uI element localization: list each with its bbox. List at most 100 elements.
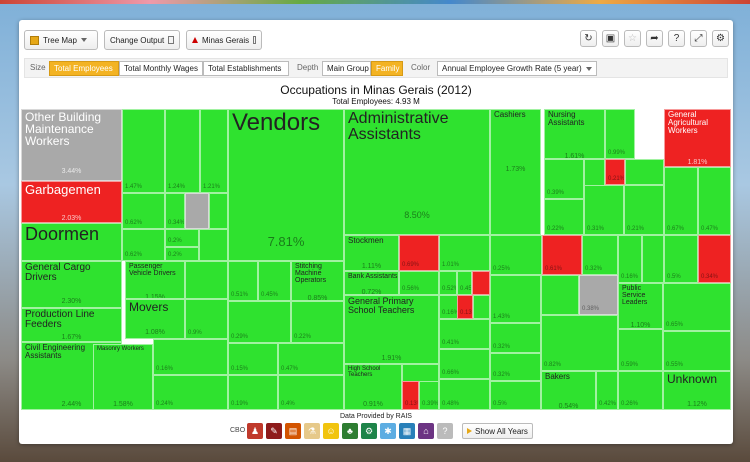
treemap-cell[interactable]: 1.01% [439,235,490,271]
treemap-cell-production-line-feeders[interactable]: Production Line Feeders 1.67% [21,308,122,342]
treemap-cell[interactable]: 0.32% [582,235,618,275]
treemap-cell[interactable]: 0.32% [490,353,541,381]
treemap-cell[interactable] [472,271,490,295]
treemap-cell[interactable]: 0.47% [278,343,344,375]
color-select[interactable]: Annual Employee Growth Rate (5 year) [437,61,597,76]
treemap-cell[interactable]: 1.24% [165,109,200,193]
treemap-cell-garbagemen[interactable]: Garbagemen 2.03% [21,181,122,223]
category-tree-icon[interactable]: ♣ [342,423,358,439]
treemap-cell[interactable]: 0.39% [544,159,584,199]
treemap-cell[interactable]: 0.38% [579,275,618,315]
treemap-cell-general-agricultural-workers[interactable]: General Agricultural Workers 1.81% [664,109,731,167]
treemap-cell[interactable]: 0.55% [663,331,731,371]
treemap-cell-vendors[interactable]: Vendors 7.81% [228,109,344,261]
treemap-cell[interactable]: 0.21% [624,185,664,235]
treemap-cell[interactable]: 0.2% [165,247,199,261]
settings-button[interactable]: ⚙ [712,30,729,47]
category-gear-icon[interactable]: ✱ [380,423,396,439]
treemap-cell[interactable]: 0.47% [698,167,731,235]
treemap-cell-stitching-machine-operators[interactable]: Stitching Machine Operators 0.85% [291,261,344,301]
refresh-button[interactable]: ↻ [580,30,597,47]
treemap-cell-unknown[interactable]: Unknown 1.12% [663,371,731,410]
treemap-cell-movers[interactable]: Movers 1.08% [125,299,185,339]
show-all-years-button[interactable]: Show All Years [462,423,533,439]
treemap-cell[interactable]: 0.69% [399,235,439,271]
treemap-cell[interactable]: 0.16% [153,339,228,375]
treemap-cell[interactable]: 0.19% [228,375,278,410]
size-option-employees[interactable]: Total Employees [49,61,119,76]
treemap-cell[interactable]: 0.26% [618,371,663,410]
treemap-cell[interactable]: 0.22% [291,301,344,343]
treemap-cell-cashiers[interactable]: Cashiers 1.73% [490,109,541,235]
treemap-cell[interactable]: 0.52% [439,271,457,295]
treemap-cell-administrative-assistants[interactable]: Administrative Assistants 8.50% [344,109,490,235]
help-button[interactable]: ? [668,30,685,47]
treemap-cell[interactable] [473,295,490,319]
treemap-cell[interactable]: 0.5% [490,381,541,410]
treemap-cell-doormen[interactable]: Doormen [21,223,122,261]
category-shop-icon[interactable]: ▦ [399,423,415,439]
treemap-cell-passenger-vehicle-drivers[interactable]: Passenger Vehicle Drivers 1.15% [125,261,185,299]
category-people-icon[interactable]: ♟ [247,423,263,439]
treemap-cell[interactable]: 1.21% [200,109,228,193]
treemap-cell[interactable]: 0.32% [490,323,541,353]
size-option-establishments[interactable]: Total Establishments [203,61,289,76]
treemap-cell[interactable]: 0.45% [457,271,472,295]
treemap-cell[interactable]: 0.34% [698,235,731,283]
treemap-cell[interactable] [642,235,664,283]
viz-type-dropdown[interactable]: Tree Map [24,30,98,50]
treemap-cell-stockmen[interactable]: Stockmen 1.11% [344,235,399,271]
treemap-chart[interactable]: Other Building Maintenance Workers 3.44% G… [21,109,731,410]
treemap-cell[interactable]: 0.51% [228,261,258,301]
treemap-cell[interactable]: 0.42% [596,371,618,410]
treemap-cell[interactable]: 0.9% [185,299,228,339]
treemap-cell[interactable]: 0.99% [605,109,635,159]
treemap-cell[interactable]: 0.39% [419,381,439,410]
treemap-cell[interactable]: 0.4% [278,375,344,410]
change-output-button[interactable]: Change Output [104,30,180,50]
treemap-cell[interactable]: 0.62% [122,229,165,261]
treemap-cell[interactable]: 0.66% [439,349,490,379]
treemap-cell[interactable]: 0.48% [439,379,490,410]
treemap-cell-other-building-maintenance-workers[interactable]: Other Building Maintenance Workers 3.44% [21,109,122,181]
treemap-cell[interactable]: 0.21% [605,159,625,185]
category-group-icon[interactable]: ☺ [323,423,339,439]
treemap-cell[interactable]: 0.24% [153,375,228,410]
share-button[interactable]: ➦ [646,30,663,47]
treemap-cell[interactable]: 1.47% [122,109,165,193]
treemap-cell[interactable] [185,193,209,229]
category-machine-icon[interactable]: ⚙ [361,423,377,439]
treemap-cell[interactable]: 0.5% [664,235,698,283]
treemap-cell-general-primary-school-teachers[interactable]: General Primary School Teachers 1.91% [344,295,439,364]
treemap-cell[interactable] [199,229,228,261]
treemap-cell[interactable] [185,261,228,299]
save-button[interactable]: ▣ [602,30,619,47]
treemap-cell[interactable]: 0.34% [165,193,185,229]
depth-option-main-group[interactable]: Main Group [322,61,371,76]
fullscreen-button[interactable]: ⤢ [690,30,707,47]
treemap-cell[interactable]: 0.56% [399,271,439,295]
treemap-cell[interactable]: 0.31% [584,185,624,235]
treemap-cell[interactable] [209,193,228,229]
treemap-cell[interactable]: 0.13% [457,295,473,319]
treemap-cell-public-service-leaders[interactable]: Public Service Leaders 1.10% [618,283,663,329]
category-house-icon[interactable]: ⌂ [418,423,434,439]
treemap-cell-bakers[interactable]: Bakers 0.54% [541,371,596,410]
treemap-cell-nursing-assistants[interactable]: Nursing Assistants 1.61% [544,109,605,159]
treemap-cell[interactable]: 0.22% [544,199,584,235]
category-flask-icon[interactable]: ⚗ [304,423,320,439]
treemap-cell[interactable]: 0.2% [165,229,199,247]
treemap-cell[interactable]: 0.15% [228,343,278,375]
treemap-cell[interactable]: 0.25% [490,235,542,275]
treemap-cell[interactable]: 0.29% [228,301,291,343]
treemap-cell-masonry-workers[interactable]: Masonry Workers 1.58% [93,344,153,410]
treemap-cell[interactable]: 0.67% [664,167,698,235]
treemap-cell[interactable]: 0.45% [258,261,291,301]
treemap-cell[interactable]: 0.59% [618,329,663,371]
treemap-cell-bank-assistants[interactable]: Bank Assistants 0.72% [344,271,399,295]
treemap-cell[interactable]: 0.65% [663,283,731,331]
depth-option-family[interactable]: Family [371,61,403,76]
treemap-cell[interactable]: 0.61% [542,235,582,275]
location-button[interactable]: Minas Gerais [186,30,262,50]
category-tools-icon[interactable]: ✎ [266,423,282,439]
